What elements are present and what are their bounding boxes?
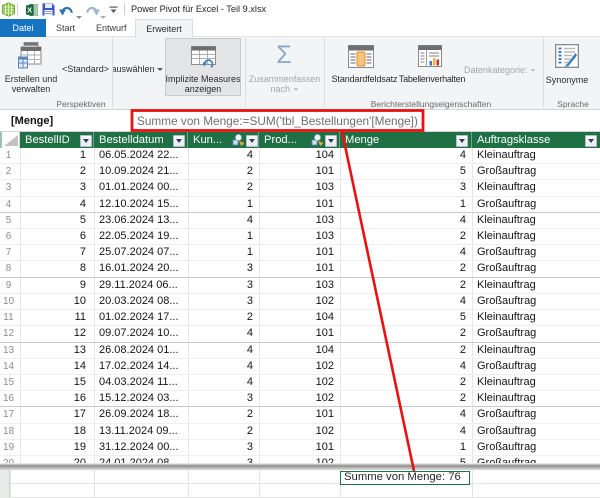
svg-text:X: X xyxy=(27,6,32,15)
